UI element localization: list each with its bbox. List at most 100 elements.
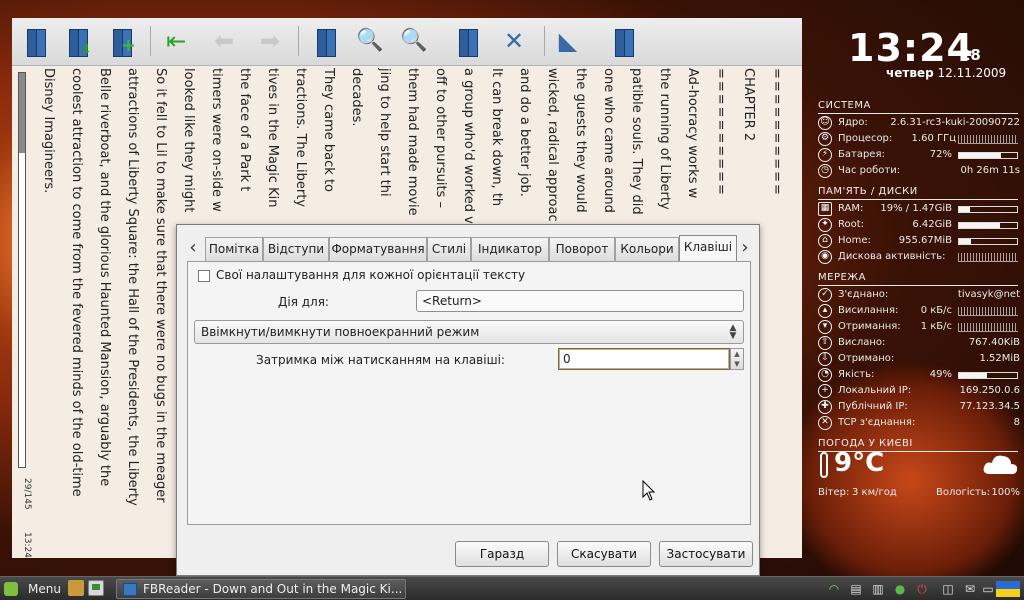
mail-icon[interactable]: ✉ (962, 581, 978, 597)
kernel-label: Ядро: (838, 117, 868, 128)
per-orientation-checkbox[interactable] (198, 270, 210, 282)
key-input[interactable]: <Return> (416, 290, 744, 312)
first-page-icon: ⇤ (165, 27, 187, 55)
ram-row: ▦ RAM: 19% / 1.47GiB (818, 202, 1020, 218)
battery-label: Батарея: (838, 149, 885, 160)
download-graph (958, 323, 1018, 332)
rotate-button[interactable]: ◣ (552, 24, 584, 58)
preferences-button[interactable]: ✕ (498, 24, 530, 58)
tab-indents[interactable]: Відступи (263, 237, 329, 261)
keyboard-layout-flag-icon[interactable] (996, 581, 1020, 597)
disk-icon: ✦ (818, 218, 832, 232)
file-manager-launcher[interactable] (68, 580, 84, 596)
tab-scroll-right-icon[interactable]: › (737, 237, 753, 259)
upload-graph (958, 307, 1018, 316)
reader-tray-icon[interactable]: ◫ (940, 581, 956, 597)
go-home-button[interactable]: ⇤ (160, 24, 192, 58)
home-icon: ⌂ (818, 234, 832, 248)
add-book-button[interactable]: + (106, 24, 138, 58)
chat-icon[interactable]: ● (892, 581, 908, 597)
page-counter: 29/145 (22, 478, 32, 510)
library-icon (24, 27, 48, 57)
taskbar: Menu FBReader - Down and Out in the Magi… (0, 576, 1024, 600)
taskbar-fbreader-item[interactable]: FBReader - Down and Out in the Magic Ki.… (116, 579, 406, 599)
tcp-row: ✕ TCP з'єднання: 8 (818, 416, 1020, 432)
tab-colors[interactable]: Кольори (615, 237, 679, 261)
memory-section-title: ПАМ'ЯТЬ / ДИСКИ (818, 186, 918, 197)
upload-row: ▴ Висилання: 0 кБ/с (818, 304, 1020, 320)
weather-temperature: 9°C (834, 448, 885, 478)
ram-label: RAM: (838, 203, 864, 214)
connected-value: tivasyk@net (957, 289, 1020, 300)
reader-scrollbar[interactable] (18, 72, 26, 468)
root-label: Root: (838, 219, 865, 230)
connected-label: З'єднано: (838, 289, 889, 300)
clipboard-icon[interactable]: ▤ (848, 581, 864, 597)
cpu-value: 1.60 ГГц (911, 133, 956, 144)
tab-keys[interactable]: Клавіші (679, 235, 737, 262)
received-label: Отримано: (838, 353, 895, 364)
scrollbar-thumb[interactable] (19, 73, 25, 153)
help-button[interactable] (608, 24, 640, 58)
ok-button[interactable]: Гаразд (455, 541, 549, 567)
wifi-icon[interactable]: ◠ (826, 581, 842, 597)
ram-bar-fill (959, 207, 971, 212)
tab-formatting[interactable]: Форматування (329, 237, 427, 261)
tab-styles[interactable]: Стилі (427, 237, 471, 261)
tab-rotation[interactable]: Поворот (549, 237, 615, 261)
public-ip-row: ✚ Публічний IP: 77.123.34.5 (818, 400, 1020, 416)
plus-icon: + (120, 35, 136, 56)
tab-highlighting[interactable]: Помітка (205, 237, 263, 261)
memory-icon: ▦ (818, 202, 832, 216)
divider (818, 113, 1018, 114)
action-select-value: Ввімкнути/вимкнути повноекранний режим (201, 325, 480, 339)
back-button[interactable]: ⬅ (208, 24, 240, 58)
wind-value: 3 км/год (852, 487, 897, 498)
cpu-row: ⚙ Процесор: 1.60 ГГц (818, 132, 1020, 148)
upload-label: Висилання: (838, 305, 899, 316)
cancel-button[interactable]: Скасувати (557, 541, 651, 567)
find-next-button[interactable]: 🔍 (354, 24, 386, 58)
public-ip-icon: ✚ (818, 400, 832, 414)
book-info-icon (456, 27, 480, 57)
quality-label: Якість: (838, 369, 875, 380)
forward-button[interactable]: ➡ (254, 24, 286, 58)
library-button[interactable] (20, 24, 52, 58)
sent-row: ⇧ Вислано: 767.40KiB (818, 336, 1020, 352)
book-info-button[interactable] (452, 24, 484, 58)
download-label: Отримання: (838, 321, 901, 332)
network-library-button[interactable]: ⬇ (62, 24, 94, 58)
quality-bar (958, 372, 1018, 379)
penguin-icon: ☺ (818, 116, 832, 130)
apply-button[interactable]: Застосувати (659, 541, 753, 567)
tab-indicator[interactable]: Індикатор (471, 237, 549, 261)
action-select[interactable]: Ввімкнути/вимкнути повноекранний режим ▲… (194, 320, 744, 344)
disk-activity-icon: ◉ (818, 250, 832, 264)
disk-activity-row: ◉ Дискова активність: (818, 250, 1020, 266)
cloud-icon (983, 455, 1018, 475)
tab-scroll-left-icon[interactable]: ‹ (185, 237, 201, 259)
local-ip-icon: + (818, 384, 832, 398)
download-icon: ▾ (818, 320, 832, 334)
received-icon: ⇩ (818, 352, 832, 366)
local-ip-label: Локальний IP: (838, 385, 912, 396)
keys-panel: Свої налаштування для кожної орієнтації … (187, 261, 751, 525)
terminal-launcher[interactable] (88, 580, 104, 596)
flag-yellow (996, 589, 1020, 597)
delay-spinner[interactable]: ▲ ▼ (730, 348, 744, 370)
dialog-tabbar: ‹ Помітка Відступи Форматування Стилі Ін… (183, 235, 753, 262)
clock-day: 12.11.2009 (937, 66, 1007, 80)
find-previous-button[interactable]: 🔍 (398, 24, 430, 58)
trash-icon[interactable]: ▥ (870, 581, 886, 597)
delay-input[interactable]: 0 (558, 348, 730, 370)
updown-arrow-icon: ▲ ▼ (729, 323, 737, 341)
home-value: 955.67MiB (898, 235, 952, 246)
gear-icon: ⚙ (818, 132, 832, 146)
system-section-title: СИСТЕМА (818, 100, 871, 111)
public-ip-label: Публічний IP: (838, 401, 908, 412)
volume-icon[interactable]: ▭ (980, 581, 996, 597)
power-icon[interactable]: ⏻ (914, 581, 930, 597)
clock-time: 13:24 (848, 26, 974, 70)
search-button[interactable] (310, 24, 342, 58)
kernel-value: 2.6.31-rc3-kuki-20090722 (890, 117, 1020, 128)
